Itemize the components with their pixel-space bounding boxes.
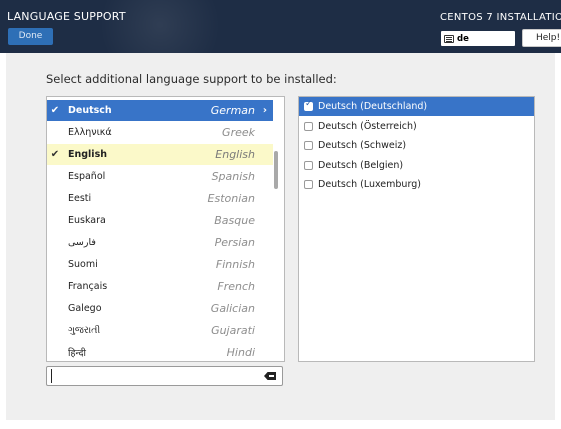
language-list[interactable]: ✔ Deutsch German › Ελληνικά Greek ✔ English Engl… [46,96,285,362]
language-native-name: فارسی [68,237,96,248]
locale-checkbox[interactable] [304,160,313,170]
language-native-name: English [68,149,107,160]
language-native-name: Suomi [68,259,98,270]
language-row[interactable]: Ελληνικά Greek [47,122,273,143]
locale-label: Deutsch (Deutschland) [318,101,428,112]
language-english-name: French [217,280,255,293]
locale-checkbox[interactable] [304,99,313,111]
locale-label: Deutsch (Schweiz) [318,140,407,151]
language-native-name: Euskara [68,215,106,226]
language-native-name: Español [68,171,106,182]
language-native-name: Galego [68,303,102,314]
top-bar: LANGUAGE SUPPORT Done CENTOS 7 INSTALLAT… [0,0,561,53]
clear-icon[interactable] [264,372,276,380]
locale-row[interactable]: Deutsch (Schweiz) [299,136,534,155]
check-icon: ✔ [50,105,60,116]
page-prompt: Select additional language support to be… [46,72,337,86]
language-english-name: Gujarati [211,324,255,337]
language-row[interactable]: ✔ Deutsch German › [47,100,273,121]
language-search-input[interactable] [51,369,252,383]
language-row[interactable]: فارسی Persian [47,232,273,253]
language-native-name: ગુજરાતી [68,325,101,336]
locale-row[interactable]: Deutsch (Österreich) [299,117,534,136]
language-row[interactable]: Galego Galician [47,298,273,319]
language-row[interactable]: हिन्दी Hindi [47,342,273,361]
done-button[interactable]: Done [8,28,53,45]
language-english-name: Finnish [215,258,255,271]
locale-checkbox[interactable] [304,180,313,189]
locale-checkbox[interactable] [304,121,313,131]
language-english-name: Spanish [211,170,255,183]
language-english-name: Hindi [226,346,255,359]
locale-label: Deutsch (Luxemburg) [318,179,421,190]
language-english-name: German [210,104,255,117]
keyboard-icon [444,34,454,43]
language-row[interactable]: Français French [47,276,273,297]
language-english-name: Greek [222,126,255,139]
locale-label: Deutsch (Österreich) [318,120,417,132]
locale-list[interactable]: Deutsch (Deutschland) Deutsch (Österreich… [298,96,535,362]
product-title: CENTOS 7 INSTALLATION [440,12,561,23]
language-row[interactable]: Suomi Finnish [47,254,273,275]
locale-checkbox[interactable] [304,141,313,150]
language-list-scrollbar[interactable] [274,151,278,189]
locale-row[interactable]: Deutsch (Belgien) [299,156,534,175]
language-row[interactable]: ✔ English English [47,144,273,165]
language-native-name: Ελληνικά [68,127,112,138]
locale-label: Deutsch (Belgien) [318,159,404,171]
language-native-name: हिन्दी [68,348,86,359]
check-icon: ✔ [50,149,60,160]
language-row[interactable]: Eesti Estonian [47,188,273,209]
language-native-name: Eesti [68,193,92,204]
language-search-box[interactable] [46,366,283,386]
keyboard-layout-indicator[interactable]: de [441,31,515,46]
language-english-name: Galician [210,302,255,315]
locale-row[interactable]: Deutsch (Deutschland) [299,97,534,116]
language-row[interactable]: Euskara Basque [47,210,273,231]
language-english-name: Persian [214,236,255,249]
language-row[interactable]: ગુજરાતી Gujarati [47,320,273,341]
language-native-name: Français [68,281,108,292]
help-button[interactable]: Help! [522,29,561,47]
keyboard-layout-label: de [457,33,469,44]
language-english-name: Estonian [207,192,255,205]
spoke-title: LANGUAGE SUPPORT [7,10,126,23]
language-english-name: Basque [214,214,255,227]
locale-row[interactable]: Deutsch (Luxemburg) [299,175,534,194]
language-english-name: English [215,148,255,161]
language-row[interactable]: Español Spanish [47,166,273,187]
chevron-right-icon: › [262,105,267,116]
language-native-name: Deutsch [68,105,112,116]
